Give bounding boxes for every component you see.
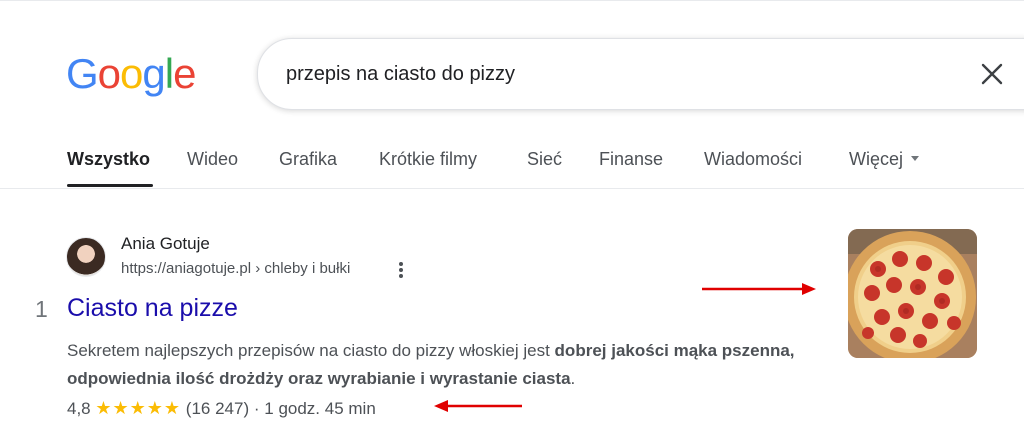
top-divider (0, 0, 1024, 1)
caret-down-icon (911, 155, 920, 161)
tab-wiadomosci[interactable]: Wiadomości (704, 148, 802, 170)
logo-letter: l (164, 50, 174, 97)
logo-letter: e (173, 50, 196, 97)
review-count: (16 247) (185, 399, 250, 418)
logo-letter: o (120, 50, 143, 97)
result-rank-number: 1 (35, 296, 48, 322)
tab-wiecej[interactable]: Więcej (849, 148, 920, 170)
search-box[interactable]: przepis na ciasto do pizzy (257, 38, 1024, 110)
tab-grafika[interactable]: Grafika (279, 148, 337, 170)
annotation-arrow-right-icon (702, 283, 816, 295)
active-tab-indicator (67, 184, 153, 187)
pizza-thumbnail[interactable] (848, 229, 977, 358)
result-snippet: Sekretem najlepszych przepisów na ciasto… (67, 337, 827, 393)
cook-time: 1 godz. 45 min (264, 399, 376, 418)
search-tabs: Wszystko Wideo Grafika Krótkie filmy Sie… (0, 140, 1024, 189)
pizza-image (848, 229, 977, 358)
close-icon (981, 63, 1003, 85)
tab-wiecej-label: Więcej (849, 149, 904, 169)
site-avatar[interactable] (66, 237, 106, 277)
rating-stars-icon: ★★★★★ (95, 398, 182, 418)
logo-letter: g (142, 50, 165, 97)
tab-wideo[interactable]: Wideo (187, 148, 238, 170)
result-title-link[interactable]: Ciasto na pizze (67, 293, 238, 323)
logo-letter: G (66, 50, 99, 97)
tab-finanse[interactable]: Finanse (599, 148, 663, 170)
dot-icon (399, 262, 403, 266)
snippet-end: . (570, 369, 576, 388)
more-options-button[interactable] (395, 260, 407, 280)
search-input[interactable]: przepis na ciasto do pizzy (286, 61, 515, 87)
result-meta: 4,8 ★★★★★ (16 247) · 1 godz. 45 min (67, 397, 376, 420)
logo-letter: o (97, 50, 121, 97)
result-url[interactable]: https://aniagotuje.pl › chleby i bułki (121, 260, 350, 278)
annotation-arrow-left-icon (434, 400, 522, 412)
tab-krotkie-filmy[interactable]: Krótkie filmy (379, 148, 477, 170)
tab-siec[interactable]: Sieć (527, 148, 562, 170)
clear-search-button[interactable] (975, 57, 1009, 91)
meta-separator: · (253, 399, 260, 418)
snippet-text: Sekretem najlepszych przepisów na ciasto… (67, 341, 555, 360)
google-logo[interactable]: Google (66, 50, 196, 98)
rating-value: 4,8 (67, 399, 91, 418)
site-name[interactable]: Ania Gotuje (121, 234, 210, 254)
dot-icon (399, 274, 403, 278)
tab-wszystko[interactable]: Wszystko (67, 148, 150, 170)
dot-icon (399, 268, 403, 272)
